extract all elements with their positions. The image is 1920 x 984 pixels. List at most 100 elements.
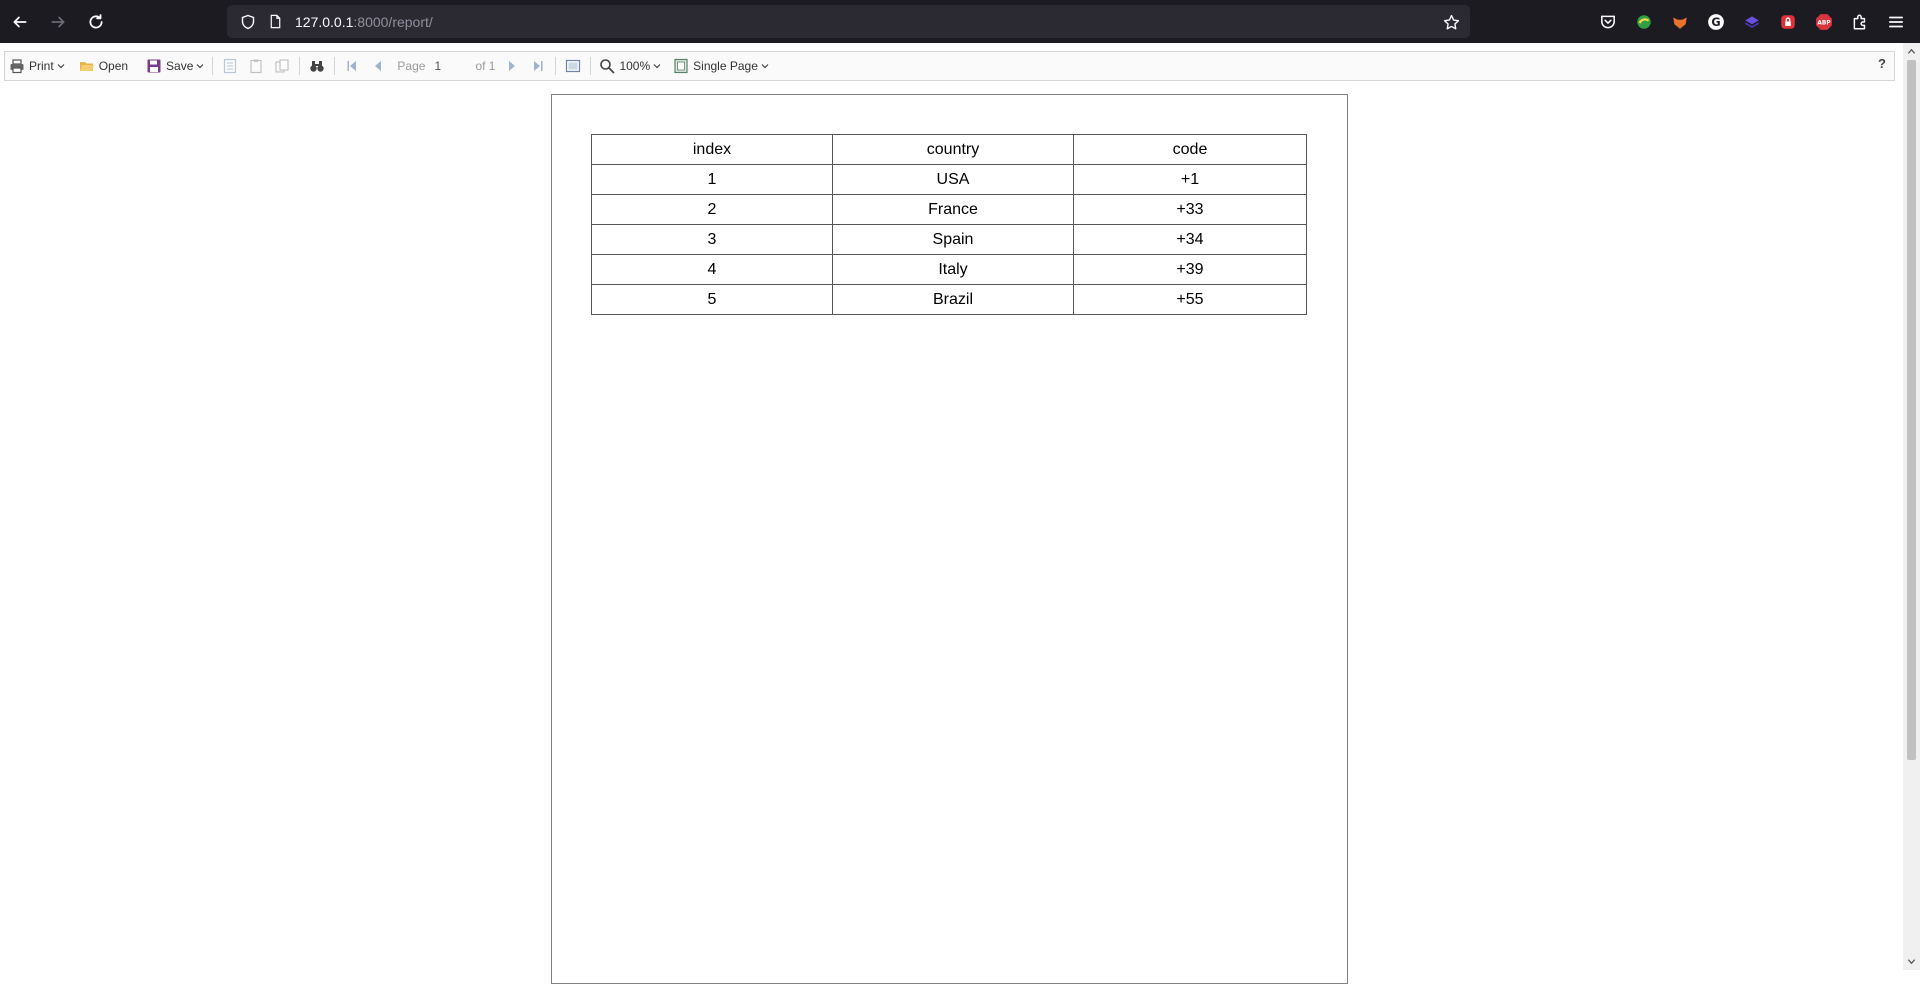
extension-green-icon[interactable] [1626, 7, 1662, 37]
bookmarks-toggle-button[interactable] [217, 53, 243, 79]
folder-open-icon [79, 62, 94, 71]
toolbar-separator [212, 57, 214, 75]
save-button[interactable]: Save [142, 53, 208, 79]
extension-lock-icon[interactable] [1770, 7, 1806, 37]
chevron-down-icon [653, 64, 661, 69]
cell-index: 1 [591, 164, 833, 195]
report-table: index country code 1 USA +1 2 France +33… [591, 134, 1307, 315]
cell-country: Italy [832, 254, 1074, 285]
toolbar-separator [590, 57, 592, 75]
cell-index: 5 [591, 284, 833, 315]
view-mode-label: Single Page [693, 59, 758, 73]
toolbar-separator [555, 57, 557, 75]
previous-page-icon [375, 61, 382, 71]
extension-g-icon[interactable]: G [1698, 7, 1734, 37]
clipboard-icon [250, 59, 263, 74]
zoom-dropdown[interactable]: 100% [595, 53, 665, 79]
page-info-icon[interactable] [263, 9, 287, 35]
url-host: 127.0.0.1 [295, 13, 354, 30]
url-text[interactable]: 127.0.0.1:8000/report/ [295, 14, 433, 30]
browser-toolbar: 127.0.0.1:8000/report/ G ABP [0, 0, 1920, 43]
copy-pages-icon [275, 59, 290, 73]
extension-layers-icon[interactable] [1734, 7, 1770, 37]
help-button[interactable]: ? [1878, 56, 1886, 71]
open-button[interactable]: Open [75, 53, 132, 79]
extensions-area: G ABP [1590, 7, 1914, 37]
extensions-puzzle-icon[interactable] [1842, 7, 1878, 37]
extension-fox-icon[interactable] [1662, 7, 1698, 37]
address-bar[interactable]: 127.0.0.1:8000/report/ [227, 5, 1470, 38]
cell-country: Spain [832, 224, 1074, 255]
scroll-down-arrow-icon[interactable] [1903, 953, 1920, 970]
first-page-button[interactable] [339, 53, 365, 79]
resources-toggle-button[interactable] [269, 53, 295, 79]
print-label: Print [29, 59, 54, 73]
cell-index: 4 [591, 254, 833, 285]
table-header-row: index country code [591, 134, 1307, 165]
single-page-icon [674, 58, 688, 74]
parameters-toggle-button[interactable] [243, 53, 269, 79]
reload-button[interactable] [78, 4, 114, 40]
next-page-icon [509, 61, 516, 71]
cell-country: USA [832, 164, 1074, 195]
save-label: Save [166, 59, 194, 73]
report-toolbar: Print Open Save Page 1 of 1 100% Single … [4, 51, 1895, 81]
scrollbar-thumb[interactable] [1907, 60, 1916, 760]
scroll-up-arrow-icon[interactable] [1903, 43, 1920, 60]
floppy-disk-icon [147, 59, 161, 73]
view-mode-dropdown[interactable]: Single Page [669, 53, 773, 79]
printer-icon [10, 59, 24, 74]
previous-page-button[interactable] [365, 53, 391, 79]
adblock-plus-icon[interactable]: ABP [1806, 7, 1842, 37]
tracking-protection-icon[interactable] [235, 9, 261, 35]
pocket-icon[interactable] [1590, 7, 1626, 37]
page-number-input[interactable] [431, 56, 476, 76]
forward-button[interactable] [40, 4, 76, 40]
cell-code: +1 [1073, 164, 1307, 195]
page-count-label: of 1 [475, 59, 496, 73]
back-button[interactable] [2, 4, 38, 40]
cell-code: +34 [1073, 224, 1307, 255]
cell-code: +39 [1073, 254, 1307, 285]
toolbar-separator [299, 57, 301, 75]
svg-text:ABP: ABP [1817, 21, 1831, 27]
cell-country: Brazil [832, 284, 1074, 315]
report-viewer: Print Open Save Page 1 of 1 100% Single … [0, 43, 1903, 984]
magnifier-icon [600, 59, 615, 74]
cell-country: France [832, 194, 1074, 225]
table-row: 5 Brazil +55 [591, 284, 1307, 315]
toolbar-separator [334, 57, 336, 75]
binoculars-icon [310, 61, 325, 72]
next-page-button[interactable] [499, 53, 525, 79]
chevron-down-icon [57, 64, 65, 69]
print-button[interactable]: Print [5, 53, 69, 79]
table-row: 1 USA +1 [591, 164, 1307, 195]
cell-index: 2 [591, 194, 833, 225]
bookmarks-panel-icon [224, 58, 237, 74]
url-path: :8000/report/ [353, 13, 433, 30]
column-header-code: code [1073, 134, 1307, 165]
bookmark-star-icon[interactable] [1438, 9, 1464, 35]
last-page-button[interactable] [525, 53, 551, 79]
table-row: 4 Italy +39 [591, 254, 1307, 285]
zoom-value: 100% [619, 59, 651, 73]
table-row: 3 Spain +34 [591, 224, 1307, 255]
column-header-country: country [832, 134, 1074, 165]
find-button[interactable] [304, 53, 330, 79]
vertical-scrollbar[interactable] [1903, 43, 1920, 970]
table-row: 2 France +33 [591, 194, 1307, 225]
full-screen-button[interactable] [560, 53, 586, 79]
menu-hamburger-icon[interactable] [1878, 7, 1914, 37]
page-label: Page [397, 59, 426, 73]
arrow-right-icon [51, 16, 65, 27]
cell-index: 3 [591, 224, 833, 255]
column-header-index: index [591, 134, 833, 165]
svg-text:G: G [1711, 16, 1720, 29]
chevron-down-icon [196, 64, 204, 69]
open-label: Open [98, 59, 129, 73]
cell-code: +55 [1073, 284, 1307, 315]
last-page-icon [534, 61, 543, 71]
first-page-icon [347, 61, 357, 71]
full-screen-icon [566, 59, 581, 73]
chevron-down-icon [761, 64, 769, 69]
